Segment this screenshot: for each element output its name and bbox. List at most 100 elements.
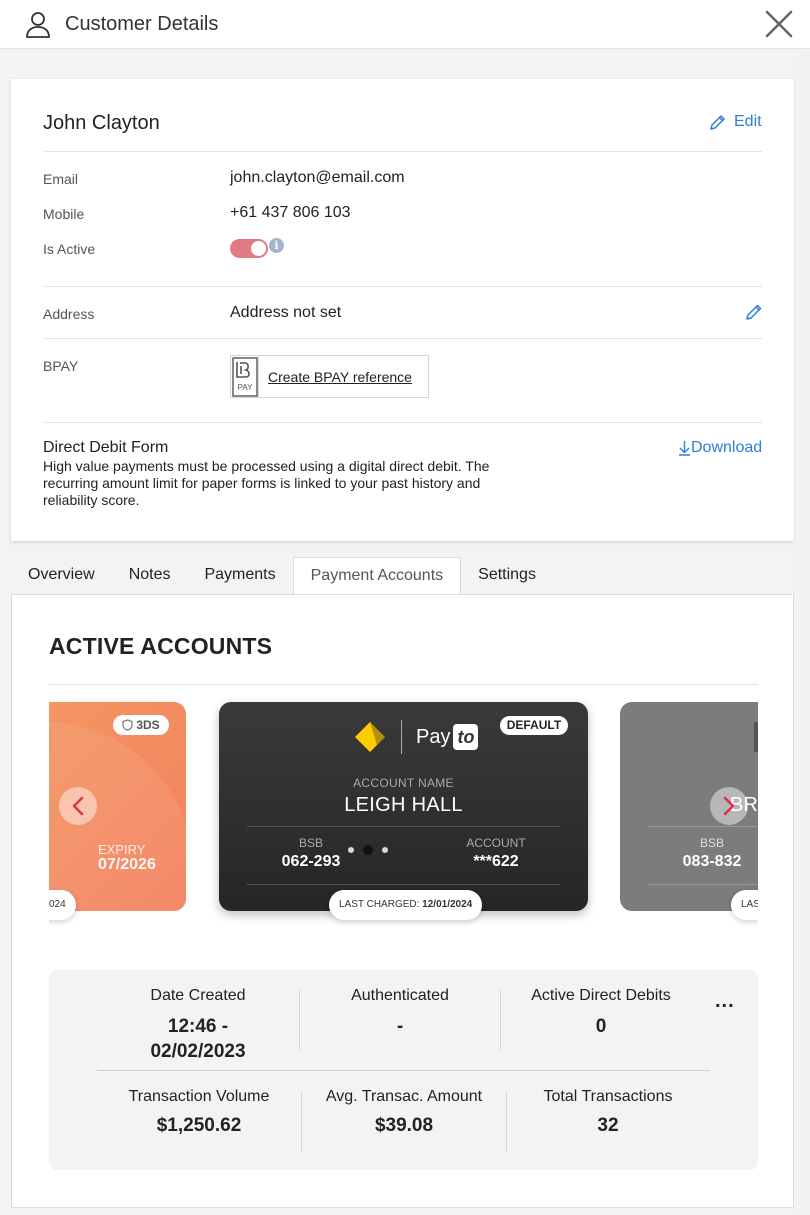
close-icon[interactable] [763, 8, 795, 40]
logo-separator [401, 720, 402, 754]
carousel-prev-button[interactable] [59, 787, 97, 825]
account-label: ACCOUNT [466, 836, 526, 850]
bsb-label: BSB [699, 836, 724, 850]
bpay-logo: PAY [231, 356, 259, 397]
carousel-dot-active[interactable] [363, 845, 373, 855]
is-active-toggle[interactable] [230, 239, 268, 258]
last-charged-pill: LAS [731, 890, 758, 920]
last-charged-date: 12/01/2024 [422, 899, 473, 910]
customer-details-card: John Clayton Edit Email john.clayton@ema… [11, 79, 794, 541]
payment-accounts-panel: ACTIVE ACCOUNTS 3DS EXPIRY 07/2026 024 D… [11, 594, 794, 1208]
account-stats: ... Date Created 12:46 - 02/02/2023 Auth… [49, 970, 758, 1170]
shield-icon [122, 719, 133, 731]
create-bpay-reference-link[interactable]: Create BPAY reference [268, 369, 412, 385]
download-icon [679, 441, 690, 456]
account-number: ***622 [473, 853, 519, 870]
divider [43, 338, 762, 339]
stat-value: - [396, 1016, 404, 1037]
edit-address-pencil-icon[interactable] [745, 303, 763, 321]
tab-notes[interactable]: Notes [112, 557, 188, 593]
stat-avg-transaction-amount: Avg. Transac. Amount $39.08 [303, 1088, 505, 1138]
edit-label: Edit [734, 113, 762, 130]
card-logo [754, 722, 758, 752]
bpay-label: BPAY [43, 358, 79, 374]
tab-payment-accounts[interactable]: Payment Accounts [292, 557, 462, 595]
bsb-value: 062-293 [281, 853, 341, 870]
account-name-label: ACCOUNT NAME [353, 776, 454, 790]
card-divider [247, 884, 560, 885]
stat-label: Total Transactions [543, 1088, 673, 1105]
expiry-label: EXPIRY [98, 842, 146, 857]
card-divider [247, 826, 560, 827]
carousel-next-button[interactable] [710, 787, 748, 825]
divider [43, 422, 762, 423]
chevron-left-icon [72, 796, 84, 816]
card-divider [648, 826, 758, 827]
address-value: Address not set [230, 304, 342, 321]
expiry-value: 07/2026 [98, 856, 156, 873]
bpay-logo-text: PAY [237, 383, 252, 392]
tab-bar: Overview Notes Payments Payment Accounts… [11, 557, 553, 595]
stat-label: Avg. Transac. Amount [325, 1088, 483, 1105]
carousel-dot[interactable] [382, 847, 388, 853]
header-bar: Customer Details [0, 0, 810, 49]
stat-value: $39.08 [374, 1115, 434, 1136]
tab-settings[interactable]: Settings [461, 557, 553, 593]
stat-authenticated: Authenticated - [301, 987, 499, 1039]
pencil-icon [710, 114, 725, 130]
carousel-dots [348, 845, 388, 855]
account-card-default[interactable]: DEFAULT Pay to ACCOUNT NAME LEIGH HALL B… [219, 702, 588, 911]
scrollbar[interactable] [799, 49, 810, 1215]
payto-to-box: to [453, 724, 479, 750]
bank-diamond-logo-icon [355, 722, 385, 752]
3ds-label: 3DS [136, 718, 160, 732]
create-bpay-reference-button[interactable]: PAY Create BPAY reference [230, 355, 429, 398]
toggle-knob [251, 241, 266, 256]
divider [43, 286, 762, 287]
divider [43, 151, 762, 152]
bsb-value: 083-832 [682, 853, 742, 870]
divider [49, 684, 758, 685]
chevron-right-icon [723, 796, 735, 816]
stat-label: Transaction Volume [128, 1088, 270, 1105]
accounts-carousel: 3DS EXPIRY 07/2026 024 DEFAULT Pay to AC… [49, 695, 758, 945]
stat-label: Date Created [150, 987, 246, 1004]
stat-value: 0 [595, 1016, 607, 1037]
stat-separator [301, 1091, 302, 1151]
stat-label: Authenticated [351, 987, 449, 1004]
last-charged-label: LAST CHARGED: [339, 899, 420, 910]
card-divider [648, 884, 758, 885]
download-label: Download [691, 439, 763, 456]
direct-debit-form-title: Direct Debit Form [43, 439, 169, 456]
info-icon[interactable]: i [269, 238, 284, 253]
tab-overview[interactable]: Overview [11, 557, 112, 593]
download-button[interactable]: Download [678, 439, 762, 457]
last-charged-label: LAS [741, 899, 758, 910]
section-title: ACTIVE ACCOUNTS [49, 633, 273, 659]
edit-button[interactable]: Edit [709, 113, 762, 131]
mobile-value: +61 437 806 103 [230, 204, 351, 221]
email-value: john.clayton@email.com [230, 169, 405, 186]
customer-name: John Clayton [43, 112, 160, 134]
address-label: Address [43, 306, 95, 322]
stat-active-direct-debits: Active Direct Debits 0 [502, 987, 700, 1039]
stat-value: 12:46 - 02/02/2023 [150, 1016, 246, 1062]
stat-separator [299, 990, 300, 1050]
user-icon [26, 12, 50, 38]
page-title: Customer Details [65, 13, 219, 35]
email-label: Email [43, 171, 79, 187]
stat-value: 32 [597, 1115, 619, 1136]
last-charged-pill: 024 [49, 890, 76, 920]
stat-separator [506, 1091, 507, 1151]
stat-total-transactions: Total Transactions 32 [508, 1088, 708, 1138]
3ds-badge: 3DS [113, 715, 169, 735]
tab-payments[interactable]: Payments [187, 557, 292, 593]
last-charged-pill: LAST CHARGED: 12/01/2024 [329, 890, 483, 920]
stat-row-separator [97, 1070, 710, 1071]
is-active-label: Is Active [43, 241, 96, 257]
last-charged-value: 024 [49, 899, 66, 910]
carousel-dot[interactable] [348, 847, 354, 853]
mobile-label: Mobile [43, 206, 85, 222]
stat-date-created: Date Created 12:46 - 02/02/2023 [99, 987, 297, 1064]
more-options-button[interactable]: ... [715, 990, 735, 1013]
